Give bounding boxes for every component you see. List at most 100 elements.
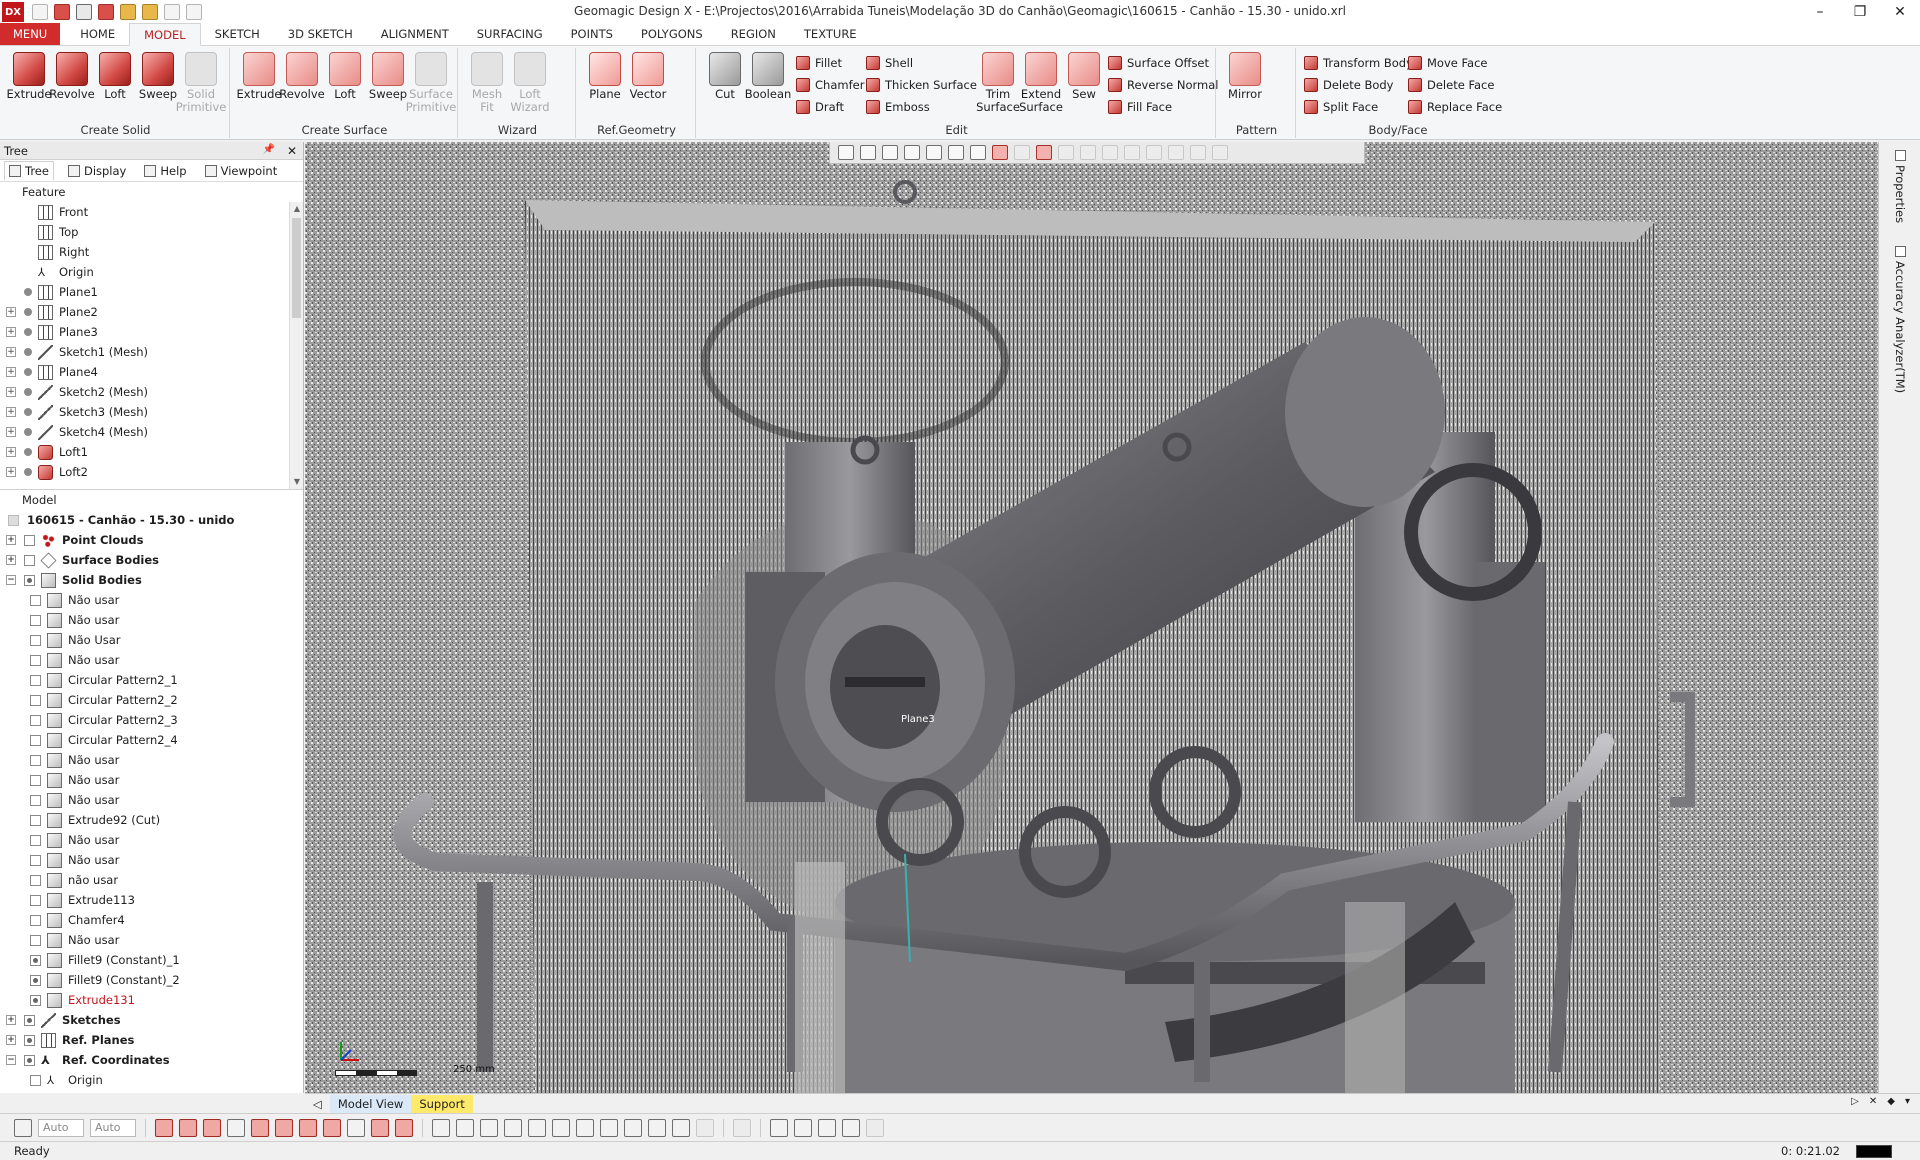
select-edge-icon[interactable]: [203, 1118, 221, 1137]
tab-surfacing[interactable]: SURFACING: [463, 23, 557, 45]
tab-help[interactable]: Help: [140, 162, 190, 180]
select-body-icon[interactable]: [155, 1118, 173, 1137]
visibility-checkbox[interactable]: [30, 854, 41, 866]
select-vertex-icon[interactable]: [227, 1118, 245, 1137]
filter2-icon[interactable]: [1080, 145, 1096, 160]
expand-icon[interactable]: +: [6, 1015, 16, 1025]
tab-sketch[interactable]: SKETCH: [201, 23, 274, 45]
scroll-down-icon[interactable]: ▼: [290, 475, 303, 489]
section-view-icon[interactable]: [904, 145, 920, 160]
view-bottom-icon[interactable]: [624, 1118, 642, 1137]
feature-row-top[interactable]: Top: [0, 222, 303, 242]
open-folder-icon[interactable]: [120, 4, 136, 20]
solid-body-row[interactable]: Não usar: [0, 610, 303, 630]
loft-wizard-button[interactable]: Loft Wizard: [509, 52, 551, 114]
fillet-button[interactable]: Fillet: [796, 54, 842, 72]
visibility-icon[interactable]: [24, 408, 32, 416]
solid-body-row[interactable]: Não usar: [0, 750, 303, 770]
visibility-icon[interactable]: [24, 288, 32, 296]
open-recent-icon[interactable]: [142, 4, 158, 20]
front-view-icon[interactable]: [926, 145, 942, 160]
scroll-thumb[interactable]: [292, 218, 301, 318]
redo-icon[interactable]: [186, 4, 202, 20]
home-view-icon[interactable]: [992, 145, 1008, 160]
collapse-icon[interactable]: −: [6, 1055, 16, 1065]
emboss-button[interactable]: Emboss: [866, 98, 930, 116]
select-cloud-icon[interactable]: [395, 1118, 413, 1137]
tab-prev-icon[interactable]: ▷: [1851, 1096, 1859, 1107]
view-rotate-icon[interactable]: [456, 1118, 474, 1137]
solid-body-row[interactable]: Chamfer4: [0, 910, 303, 930]
tab-home[interactable]: HOME: [66, 23, 129, 45]
visibility-icon[interactable]: [24, 388, 32, 396]
feature-row-loft1[interactable]: + Loft1: [0, 442, 303, 462]
solid-body-row[interactable]: Não Usar: [0, 630, 303, 650]
solid-body-row[interactable]: não usar: [0, 870, 303, 890]
visibility-checkbox[interactable]: [30, 674, 41, 686]
new-file-icon[interactable]: [32, 4, 48, 20]
draft-button[interactable]: Draft: [796, 98, 844, 116]
delete-face-button[interactable]: Delete Face: [1408, 76, 1494, 94]
transform-body-button[interactable]: Transform Body: [1304, 54, 1413, 72]
select-vector-icon[interactable]: [299, 1118, 317, 1137]
group-ref-planes[interactable]: + Ref. Planes: [0, 1030, 303, 1050]
feature-row-origin[interactable]: ⅄ Origin: [0, 262, 303, 282]
feature-row-plane2[interactable]: + Plane2: [0, 302, 303, 322]
loft-surface-button[interactable]: Loft: [324, 52, 366, 101]
visibility-checkbox[interactable]: [30, 774, 41, 786]
feature-scrollbar[interactable]: ▲ ▼: [289, 202, 303, 489]
measure-icon[interactable]: [1014, 145, 1030, 160]
accuracy-analyzer-tab[interactable]: Accuracy Analyzer(TM): [1893, 246, 1907, 393]
feature-row-loft2[interactable]: + Loft2: [0, 462, 303, 482]
close-button[interactable]: ✕: [1880, 0, 1920, 24]
view-fit-icon[interactable]: [432, 1118, 450, 1137]
solid-body-row[interactable]: Extrude113: [0, 890, 303, 910]
expand-icon[interactable]: +: [6, 555, 16, 565]
surface-primitive-button[interactable]: Surface Primitive: [406, 52, 456, 114]
solid-body-row[interactable]: Circular Pattern2_2: [0, 690, 303, 710]
solid-body-row[interactable]: Não usar: [0, 850, 303, 870]
feature-row-right[interactable]: Right: [0, 242, 303, 262]
feature-row-plane4[interactable]: + Plane4: [0, 362, 303, 382]
model-root[interactable]: 160615 - Canhão - 15.30 - unido: [0, 510, 303, 530]
solid-body-row[interactable]: Extrude131: [0, 990, 303, 1010]
visibility-checkbox[interactable]: [30, 994, 41, 1006]
feature-row-front[interactable]: Front: [0, 202, 303, 222]
expand-icon[interactable]: +: [6, 467, 16, 477]
visibility-checkbox[interactable]: [30, 894, 41, 906]
render-mode-icon[interactable]: [860, 145, 876, 160]
expand-icon[interactable]: +: [6, 1035, 16, 1045]
filter4-icon[interactable]: [1124, 145, 1140, 160]
options-icon[interactable]: [866, 1118, 884, 1137]
mirror-button[interactable]: Mirror: [1224, 52, 1266, 101]
solid-body-row[interactable]: Circular Pattern2_1: [0, 670, 303, 690]
visibility-checkbox[interactable]: [30, 874, 41, 886]
loft-solid-button[interactable]: Loft: [94, 52, 136, 101]
scroll-up-icon[interactable]: ▲: [290, 202, 303, 216]
view-shape-icon[interactable]: [838, 145, 854, 160]
visibility-checkbox[interactable]: [30, 794, 41, 806]
mesh-fit-button[interactable]: Mesh Fit: [466, 52, 508, 114]
tab-texture[interactable]: TEXTURE: [790, 23, 871, 45]
minimize-button[interactable]: –: [1800, 0, 1840, 24]
expand-icon[interactable]: +: [6, 387, 16, 397]
visibility-checkbox[interactable]: [30, 934, 41, 946]
visibility-checkbox[interactable]: [30, 914, 41, 926]
3d-viewport[interactable]: Plane3 250 mm: [305, 142, 1878, 1093]
select-sketch-icon[interactable]: [251, 1118, 269, 1137]
visibility-checkbox[interactable]: [30, 594, 41, 606]
visibility-checkbox[interactable]: [30, 814, 41, 826]
thicken-surface-button[interactable]: Thicken Surface: [866, 76, 977, 94]
view-front-icon[interactable]: [504, 1118, 522, 1137]
visibility-checkbox[interactable]: [30, 1074, 41, 1086]
expand-icon[interactable]: +: [6, 347, 16, 357]
solid-body-row[interactable]: Não usar: [0, 790, 303, 810]
filter-icon[interactable]: [1058, 145, 1074, 160]
visibility-checkbox[interactable]: [30, 714, 41, 726]
extrude-solid-button[interactable]: Extrude: [7, 52, 52, 101]
measure-section-icon[interactable]: [842, 1118, 860, 1137]
tab-model-view[interactable]: Model View: [329, 1094, 412, 1113]
collapse-icon[interactable]: −: [6, 575, 16, 585]
group-solid-bodies[interactable]: − Solid Bodies: [0, 570, 303, 590]
visibility-checkbox[interactable]: [24, 1014, 35, 1026]
